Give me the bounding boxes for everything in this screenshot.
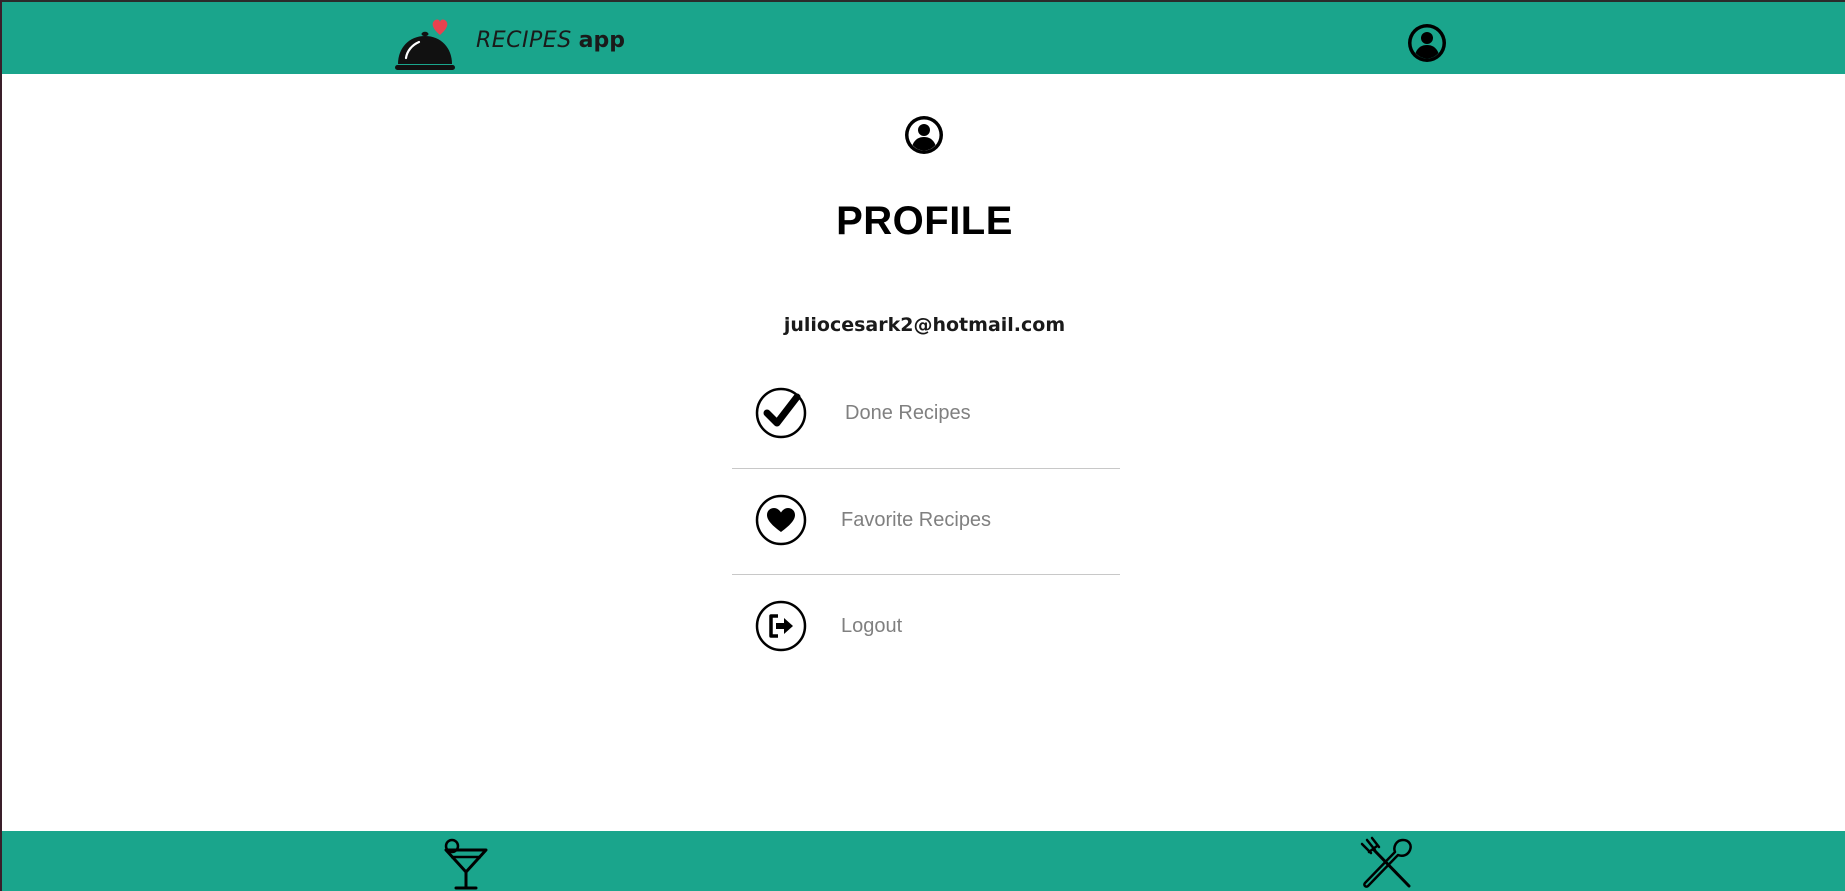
app-frame: RECIPES app PROFILE juliocesark2@hotmail… — [0, 0, 1845, 891]
favorite-recipes-label: Favorite Recipes — [841, 509, 992, 531]
page-title: PROFILE — [836, 199, 1013, 243]
user-email: juliocesark2@hotmail.com — [783, 314, 1066, 336]
footer-bar — [2, 831, 1845, 891]
cloche-heart-icon[interactable] — [395, 15, 455, 71]
cocktail-icon — [440, 838, 492, 891]
favorite-recipes-button[interactable]: Favorite Recipes — [732, 469, 1120, 575]
drinks-button[interactable] — [440, 836, 492, 891]
user-circle-icon — [903, 116, 945, 160]
profile-button[interactable] — [1406, 22, 1448, 64]
app-name: RECIPES app — [476, 28, 625, 53]
logout-circle-icon — [755, 599, 809, 653]
check-circle-icon — [755, 385, 809, 439]
app-name-part2: app — [578, 28, 626, 53]
app-name-part1: RECIPES — [476, 28, 572, 53]
meals-button[interactable] — [1359, 836, 1415, 891]
user-circle-icon — [1406, 22, 1448, 64]
done-recipes-label: Done Recipes — [845, 402, 971, 424]
logout-button[interactable]: Logout — [732, 575, 1120, 681]
fork-spoon-icon — [1359, 836, 1415, 891]
profile-avatar — [903, 114, 945, 156]
header-bar: RECIPES app — [2, 0, 1845, 74]
done-recipes-button[interactable]: Done Recipes — [732, 363, 1120, 469]
heart-circle-icon — [755, 493, 809, 547]
logout-label: Logout — [841, 615, 903, 637]
